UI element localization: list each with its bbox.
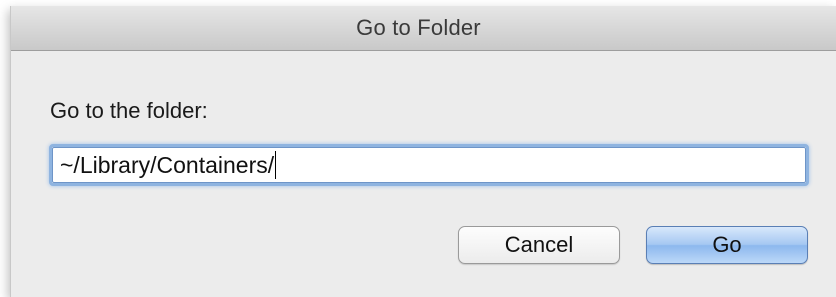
go-button[interactable]: Go xyxy=(646,226,808,264)
folder-prompt-label: Go to the folder: xyxy=(50,98,208,123)
folder-path-input[interactable]: ~/Library/Containers/ xyxy=(49,144,809,186)
title-bar[interactable]: Go to Folder xyxy=(11,6,836,51)
go-to-folder-dialog: Go to Folder Go to the folder: ~/Library… xyxy=(10,6,836,297)
folder-path-value: ~/Library/Containers/ xyxy=(60,151,275,178)
text-caret xyxy=(275,151,277,179)
cancel-button[interactable]: Cancel xyxy=(458,226,620,264)
dialog-title: Go to Folder xyxy=(356,15,481,40)
